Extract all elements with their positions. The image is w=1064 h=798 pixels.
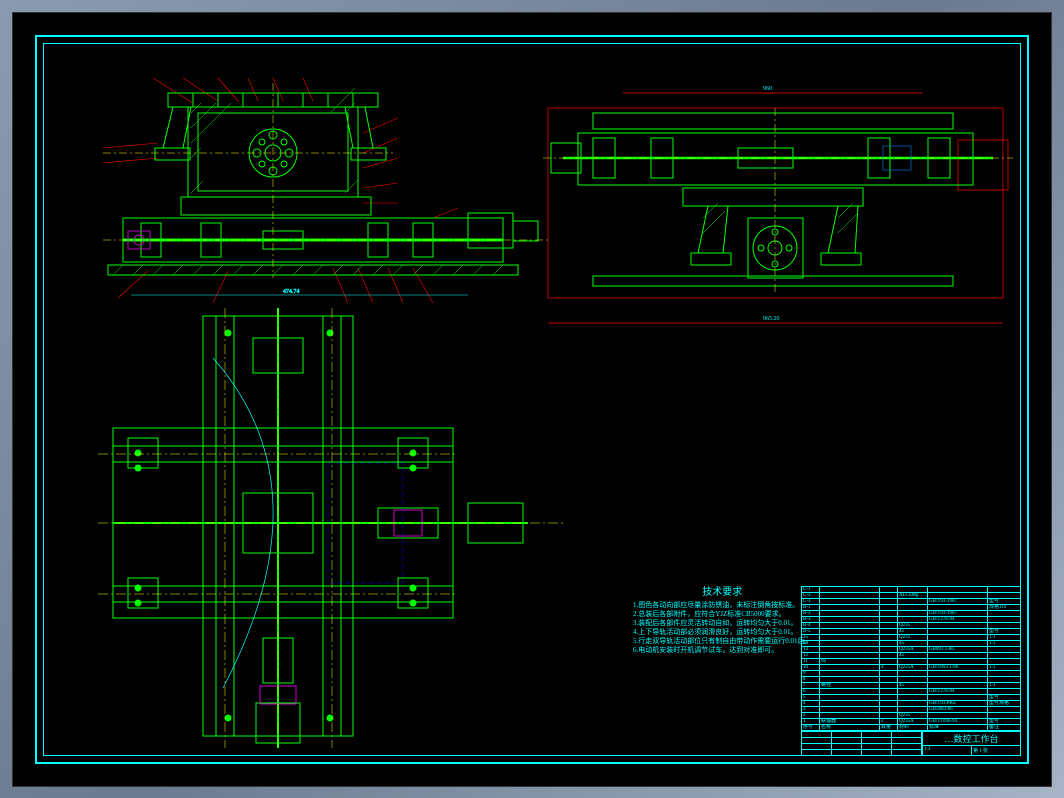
cad-viewer[interactable]: 474.74 960 965.20	[12, 12, 1052, 787]
title-block-main: …数控工作台 1:2 第 1 张	[802, 731, 1020, 755]
note-line: 4.上下导轨活动部必须润滑良好，运转均匀大于0.01。	[633, 628, 812, 637]
notes-title: 技术要求	[633, 586, 812, 599]
view-plan	[98, 308, 568, 748]
note-line: 3.装配后各部件应灵活转动自如，运转均匀大于0.01。	[633, 619, 812, 628]
drawing-scale: 1:2	[923, 746, 972, 755]
title-block: C-1C-2ALCuMgC-3GB/T93-1987型号B-1规格110B-2G…	[801, 586, 1021, 756]
drawing-sheet: 第 1 张	[972, 746, 1020, 755]
drawing-canvas[interactable]: 474.74 960 965.20	[43, 43, 1021, 756]
note-line: 2.总装后各部附件，应符合YJZ标准CB5000要求。	[633, 610, 812, 619]
view-front-elevation: 474.74	[73, 53, 553, 323]
view-side-elevation: 960 965.20	[543, 58, 1013, 338]
svg-text:474.74: 474.74	[283, 289, 300, 295]
bom-table: C-1C-2ALCuMgC-3GB/T93-1987型号B-1规格110B-2G…	[802, 587, 1020, 725]
note-line: 6.电动机安装时开机调节试车，达到对准即可。	[633, 646, 812, 655]
svg-text:960: 960	[763, 86, 772, 92]
technical-notes: 技术要求 1.图色各动向部应尽量涂防锈油，未标注倒角按标准。 2.总装后各部附件…	[633, 586, 812, 656]
drawing-title: …数控工作台	[923, 732, 1020, 746]
svg-text:965.20: 965.20	[763, 316, 780, 322]
note-line: 1.图色各动向部应尽量涂防锈油，未标注倒角按标准。	[633, 601, 812, 610]
